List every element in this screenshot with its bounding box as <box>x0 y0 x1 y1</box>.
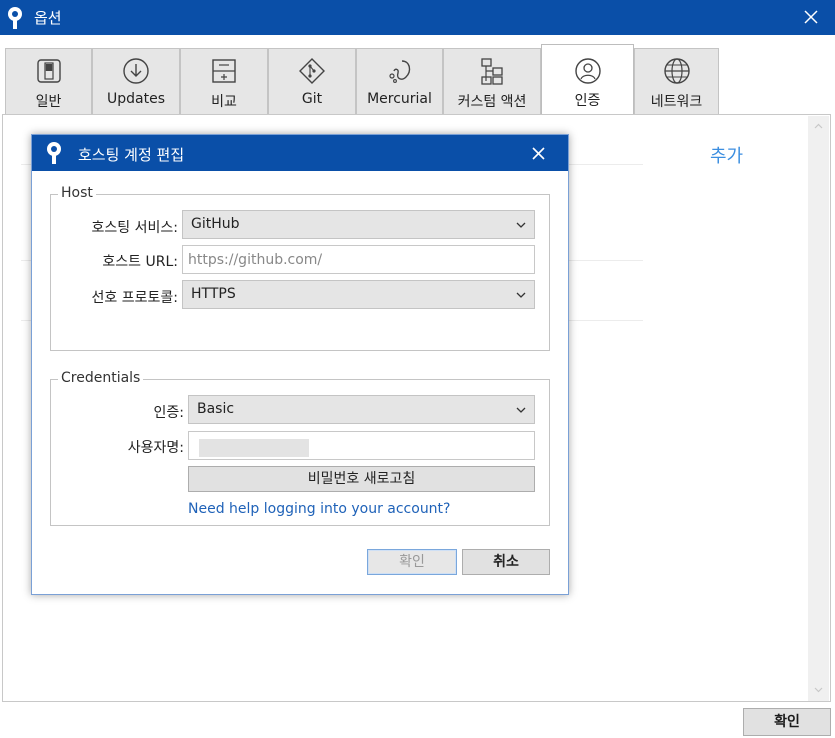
tab-label: 커스텀 액션 <box>457 94 527 110</box>
git-diamond-icon <box>299 58 325 84</box>
diff-icon <box>212 59 236 83</box>
username-input[interactable] <box>188 431 535 460</box>
user-circle-icon <box>574 58 601 84</box>
tab-label: 인증 <box>574 93 601 109</box>
authentication-select[interactable]: Basic <box>188 395 535 424</box>
panel-scrollbar[interactable] <box>808 116 829 701</box>
tab-custom-actions[interactable]: 커스텀 액션 <box>443 48 541 114</box>
window-titlebar: 옵션 <box>0 0 835 35</box>
scroll-down-icon[interactable] <box>814 685 823 694</box>
dialog-cancel-button[interactable]: 취소 <box>462 549 550 575</box>
tab-mercurial[interactable]: Mercurial <box>356 48 443 114</box>
refresh-password-button[interactable]: 비밀번호 새로고침 <box>188 466 535 492</box>
edit-hosting-account-dialog: 호스팅 계정 편집 Host 호스팅 서비스: GitHub 호스트 URL: … <box>31 134 569 595</box>
host-group-legend: Host <box>58 185 96 201</box>
add-account-link[interactable]: 추가 <box>710 142 743 168</box>
preferred-protocol-label: 선호 프로토콜: <box>91 290 178 306</box>
chevron-down-icon <box>516 407 526 413</box>
preferred-protocol-select[interactable]: HTTPS <box>182 280 535 309</box>
hosting-service-value: GitHub <box>191 216 240 232</box>
close-icon <box>804 10 818 24</box>
sourcetree-logo-icon <box>47 142 61 164</box>
hosting-service-select[interactable]: GitHub <box>182 210 535 239</box>
ok-button[interactable]: 확인 <box>743 708 831 736</box>
tab-label: Git <box>301 91 323 107</box>
host-group: Host 호스팅 서비스: GitHub 호스트 URL: https://gi… <box>50 185 550 351</box>
hierarchy-icon <box>481 58 503 85</box>
dialog-close-button[interactable] <box>526 141 550 165</box>
tab-updates[interactable]: Updates <box>92 48 180 114</box>
dialog-ok-button[interactable]: 확인 <box>367 549 457 575</box>
globe-icon <box>663 58 690 84</box>
switch-icon <box>36 59 61 83</box>
tab-label: Updates <box>107 91 165 107</box>
tab-authentication[interactable]: 인증 <box>541 44 634 115</box>
chevron-down-icon <box>516 292 526 298</box>
tab-network[interactable]: 네트워크 <box>634 48 719 114</box>
options-tab-bar: 일반 Updates 비교 Git Mercurial 커스텀 액션 인증 네트… <box>0 35 835 115</box>
tab-git[interactable]: Git <box>268 48 356 114</box>
tab-diff[interactable]: 비교 <box>180 48 268 114</box>
login-help-link[interactable]: Need help logging into your account? <box>188 501 450 517</box>
tab-label: 네트워크 <box>650 94 703 110</box>
authentication-value: Basic <box>197 401 235 417</box>
window-title: 옵션 <box>34 9 62 27</box>
tab-general[interactable]: 일반 <box>5 48 92 114</box>
credentials-group: Credentials 인증: Basic 사용자명: 비밀번호 새로고침 Ne… <box>50 370 550 526</box>
scroll-up-icon[interactable] <box>814 122 823 131</box>
chevron-down-icon <box>516 222 526 228</box>
tab-label: Mercurial <box>367 91 432 107</box>
mercurial-drop-icon <box>388 60 410 83</box>
host-url-input[interactable]: https://github.com/ <box>182 245 535 274</box>
tab-label: 일반 <box>35 94 62 110</box>
username-label: 사용자명: <box>127 440 184 456</box>
sourcetree-logo-icon <box>8 7 22 29</box>
redacted-username <box>199 439 309 457</box>
dialog-titlebar: 호스팅 계정 편집 <box>32 135 568 171</box>
host-url-label: 호스트 URL: <box>102 254 178 270</box>
authentication-label: 인증: <box>153 405 184 421</box>
close-icon <box>532 147 545 160</box>
hosting-service-label: 호스팅 서비스: <box>91 220 178 236</box>
window-close-button[interactable] <box>789 0 835 35</box>
host-url-placeholder: https://github.com/ <box>188 252 323 268</box>
credentials-group-legend: Credentials <box>58 370 144 386</box>
preferred-protocol-value: HTTPS <box>191 286 236 302</box>
tab-label: 비교 <box>211 94 237 110</box>
download-circle-icon <box>123 58 149 84</box>
dialog-title: 호스팅 계정 편집 <box>78 146 185 164</box>
